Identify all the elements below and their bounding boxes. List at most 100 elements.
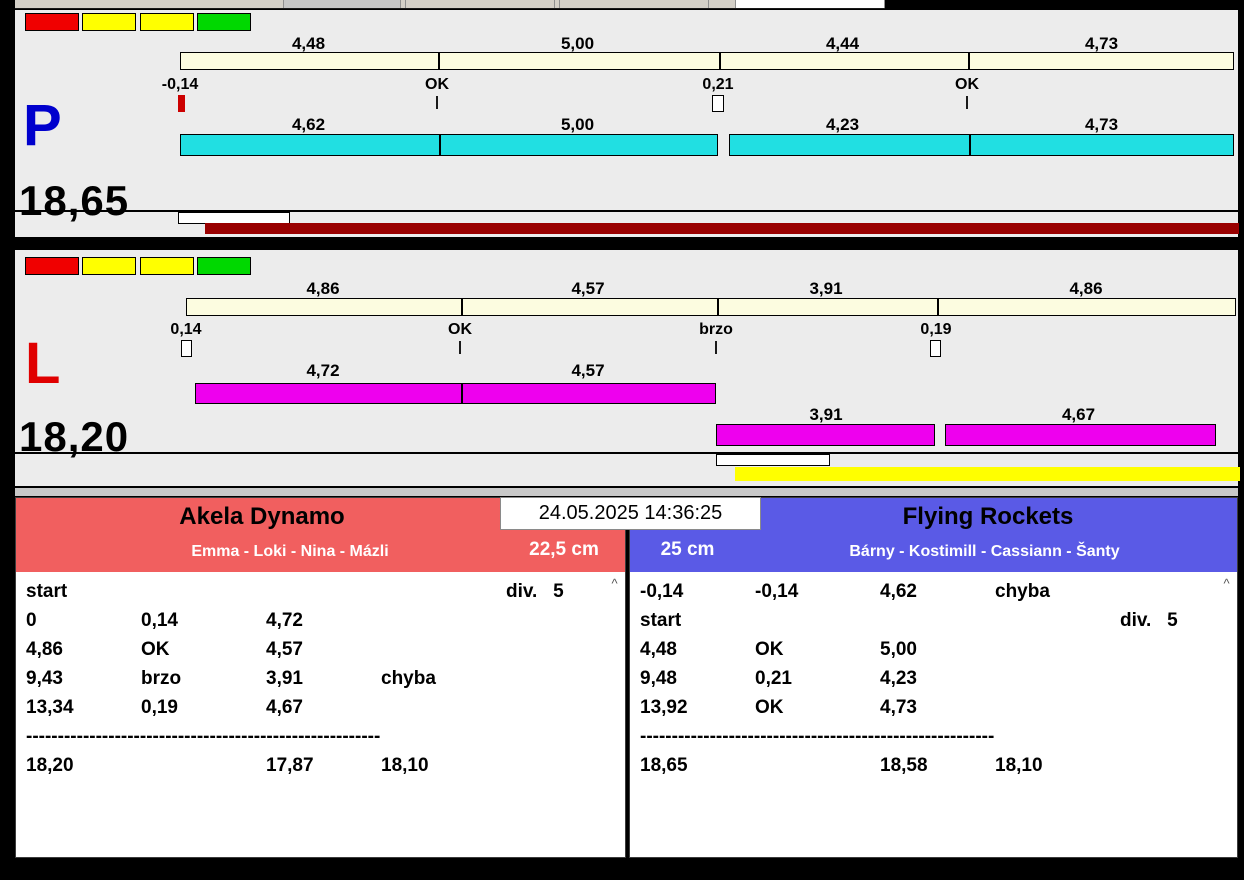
run-time-label: 4,23 [825,115,860,134]
score-table-right: -0,14 -0,14 4,62 chyba start div. 5 4,48 OK 5,00… [630,572,1237,857]
table-cell: -0,14 [640,581,684,602]
green-light-block [197,13,252,31]
table-cell: 18,20 [26,755,74,776]
table-cell: 0,21 [755,668,792,689]
run-time-label: 5,00 [560,115,595,134]
segment-divider [461,299,463,315]
changeover-label: 0,19 [920,321,952,338]
yellow-light-block [82,257,137,275]
table-cell: 4,48 [640,639,677,660]
table-cell: 9,48 [640,668,677,689]
segment-divider [719,53,721,69]
table-separator-row: ----------------------------------------… [640,726,1219,755]
table-cell: 4,86 [26,639,63,660]
changeover-label: OK [955,76,979,93]
table-row: 4,48 OK 5,00 [640,639,1219,668]
team-panel-left: Akela Dynamo Emma - Loki - Nina - Mázli … [15,497,626,858]
separator-dashes: ----------------------------------------… [26,726,381,747]
changeover-marker [181,340,192,357]
divider-line [15,452,1238,454]
table-cell: 4,72 [266,610,303,631]
run-time-label: 4,73 [1084,115,1119,134]
toolbar-button-fragment[interactable] [283,0,401,8]
changeover-label: 0,21 [702,76,734,93]
table-cell: brzo [141,668,182,689]
segment-divider [968,53,970,69]
run-time-label: 3,91 [809,405,843,424]
yellow-light-block [82,13,137,31]
lane-letter: L [25,331,61,396]
actual-run-bar-1 [195,383,716,404]
changeover-label: OK [425,76,449,93]
split-time-label: 4,86 [306,279,340,298]
table-cell: div. 5 [506,581,564,602]
table-row: 9,48 0,21 4,23 [640,668,1219,697]
team-panel-right: Flying Rockets Bárny - Kostimill - Cassi… [629,497,1238,858]
segment-divider [461,384,463,403]
scrollbar-up-arrow[interactable]: ^ [607,576,622,591]
table-row: 13,34 0,19 4,67 [26,697,607,726]
score-table-left: start div. 5 0 0,14 4,72 4,86 OK 4,57 9,43 brzo 3,… [16,572,625,857]
table-row: start div. 5 [26,581,607,610]
window-chrome-fragment [15,0,885,9]
table-cell: 4,57 [266,639,303,660]
run-time-label: 4,57 [571,361,605,380]
jump-height: 22,5 cm [529,539,599,560]
app-window: 4,48 5,00 4,44 4,73 -0,14 OK 0,21 OK 4,6… [0,0,1244,880]
lane-letter: P [23,93,62,158]
scrollbar-up-arrow[interactable]: ^ [1219,576,1234,591]
tick-mark [436,96,438,109]
actual-run-bar-1 [180,134,718,156]
table-cell: OK [755,697,784,718]
table-cell: 18,58 [880,755,928,776]
traffic-light-bar [25,257,252,275]
table-row: 4,86 OK 4,57 [26,639,607,668]
ideal-run-bar [180,52,1234,70]
changeover-label: -0,14 [161,76,199,93]
run-time-label: 4,62 [291,115,326,134]
table-cell: start [26,581,68,602]
timestamp: 24.05.2025 14:36:25 [500,497,761,530]
table-separator-row: ----------------------------------------… [26,726,607,755]
table-cell: 18,10 [381,755,429,776]
table-cell: 13,34 [26,697,74,718]
changeover-marker [712,95,724,112]
segment-divider [969,135,971,155]
split-time-label: 4,57 [571,279,605,298]
table-cell: 0 [26,610,37,631]
lane-panel-l: 4,86 4,57 3,91 4,86 0,14 OK brzo 0,19 4,… [15,250,1240,486]
table-cell: 18,10 [995,755,1043,776]
run-time-label: 4,67 [1061,405,1096,424]
tick-mark [966,96,968,109]
split-time-label: 4,73 [1084,34,1119,53]
table-cell: 17,87 [266,755,314,776]
table-row: 9,43 brzo 3,91 chyba [26,668,607,697]
team-members: Emma - Loki - Nina - Mázli [191,543,389,560]
toolbar-button-fragment-3[interactable] [559,0,709,8]
table-cell: 0,19 [141,697,178,718]
table-cell: 9,43 [26,668,63,689]
toolbar-field-fragment[interactable] [735,0,885,8]
traffic-light-bar [25,13,252,31]
table-cell: OK [755,639,784,660]
table-row: 18,20 17,87 18,10 [26,755,607,784]
results-section: Akela Dynamo Emma - Loki - Nina - Mázli … [15,497,1238,858]
segment-divider [937,299,939,315]
green-light-block [197,257,252,275]
changeover-label: OK [448,321,472,338]
split-time-label: 4,48 [291,34,326,53]
lane-progress-bar [735,467,1240,481]
toolbar-button-fragment-2[interactable] [405,0,555,8]
table-row: 13,92 OK 4,73 [640,697,1219,726]
table-cell: chyba [995,581,1050,602]
changeover-label: brzo [699,321,733,338]
table-cell: 4,23 [880,668,917,689]
actual-run-bar-2 [716,424,935,446]
split-time-label: 3,91 [809,279,843,298]
table-cell: 4,62 [880,581,917,602]
table-cell: 4,73 [880,697,917,718]
lane-progress-bar [205,223,1239,234]
table-row: -0,14 -0,14 4,62 chyba [640,581,1219,610]
team-name: Akela Dynamo [179,503,345,530]
team-members: Bárny - Kostimill - Cassiann - Šanty [849,543,1120,560]
